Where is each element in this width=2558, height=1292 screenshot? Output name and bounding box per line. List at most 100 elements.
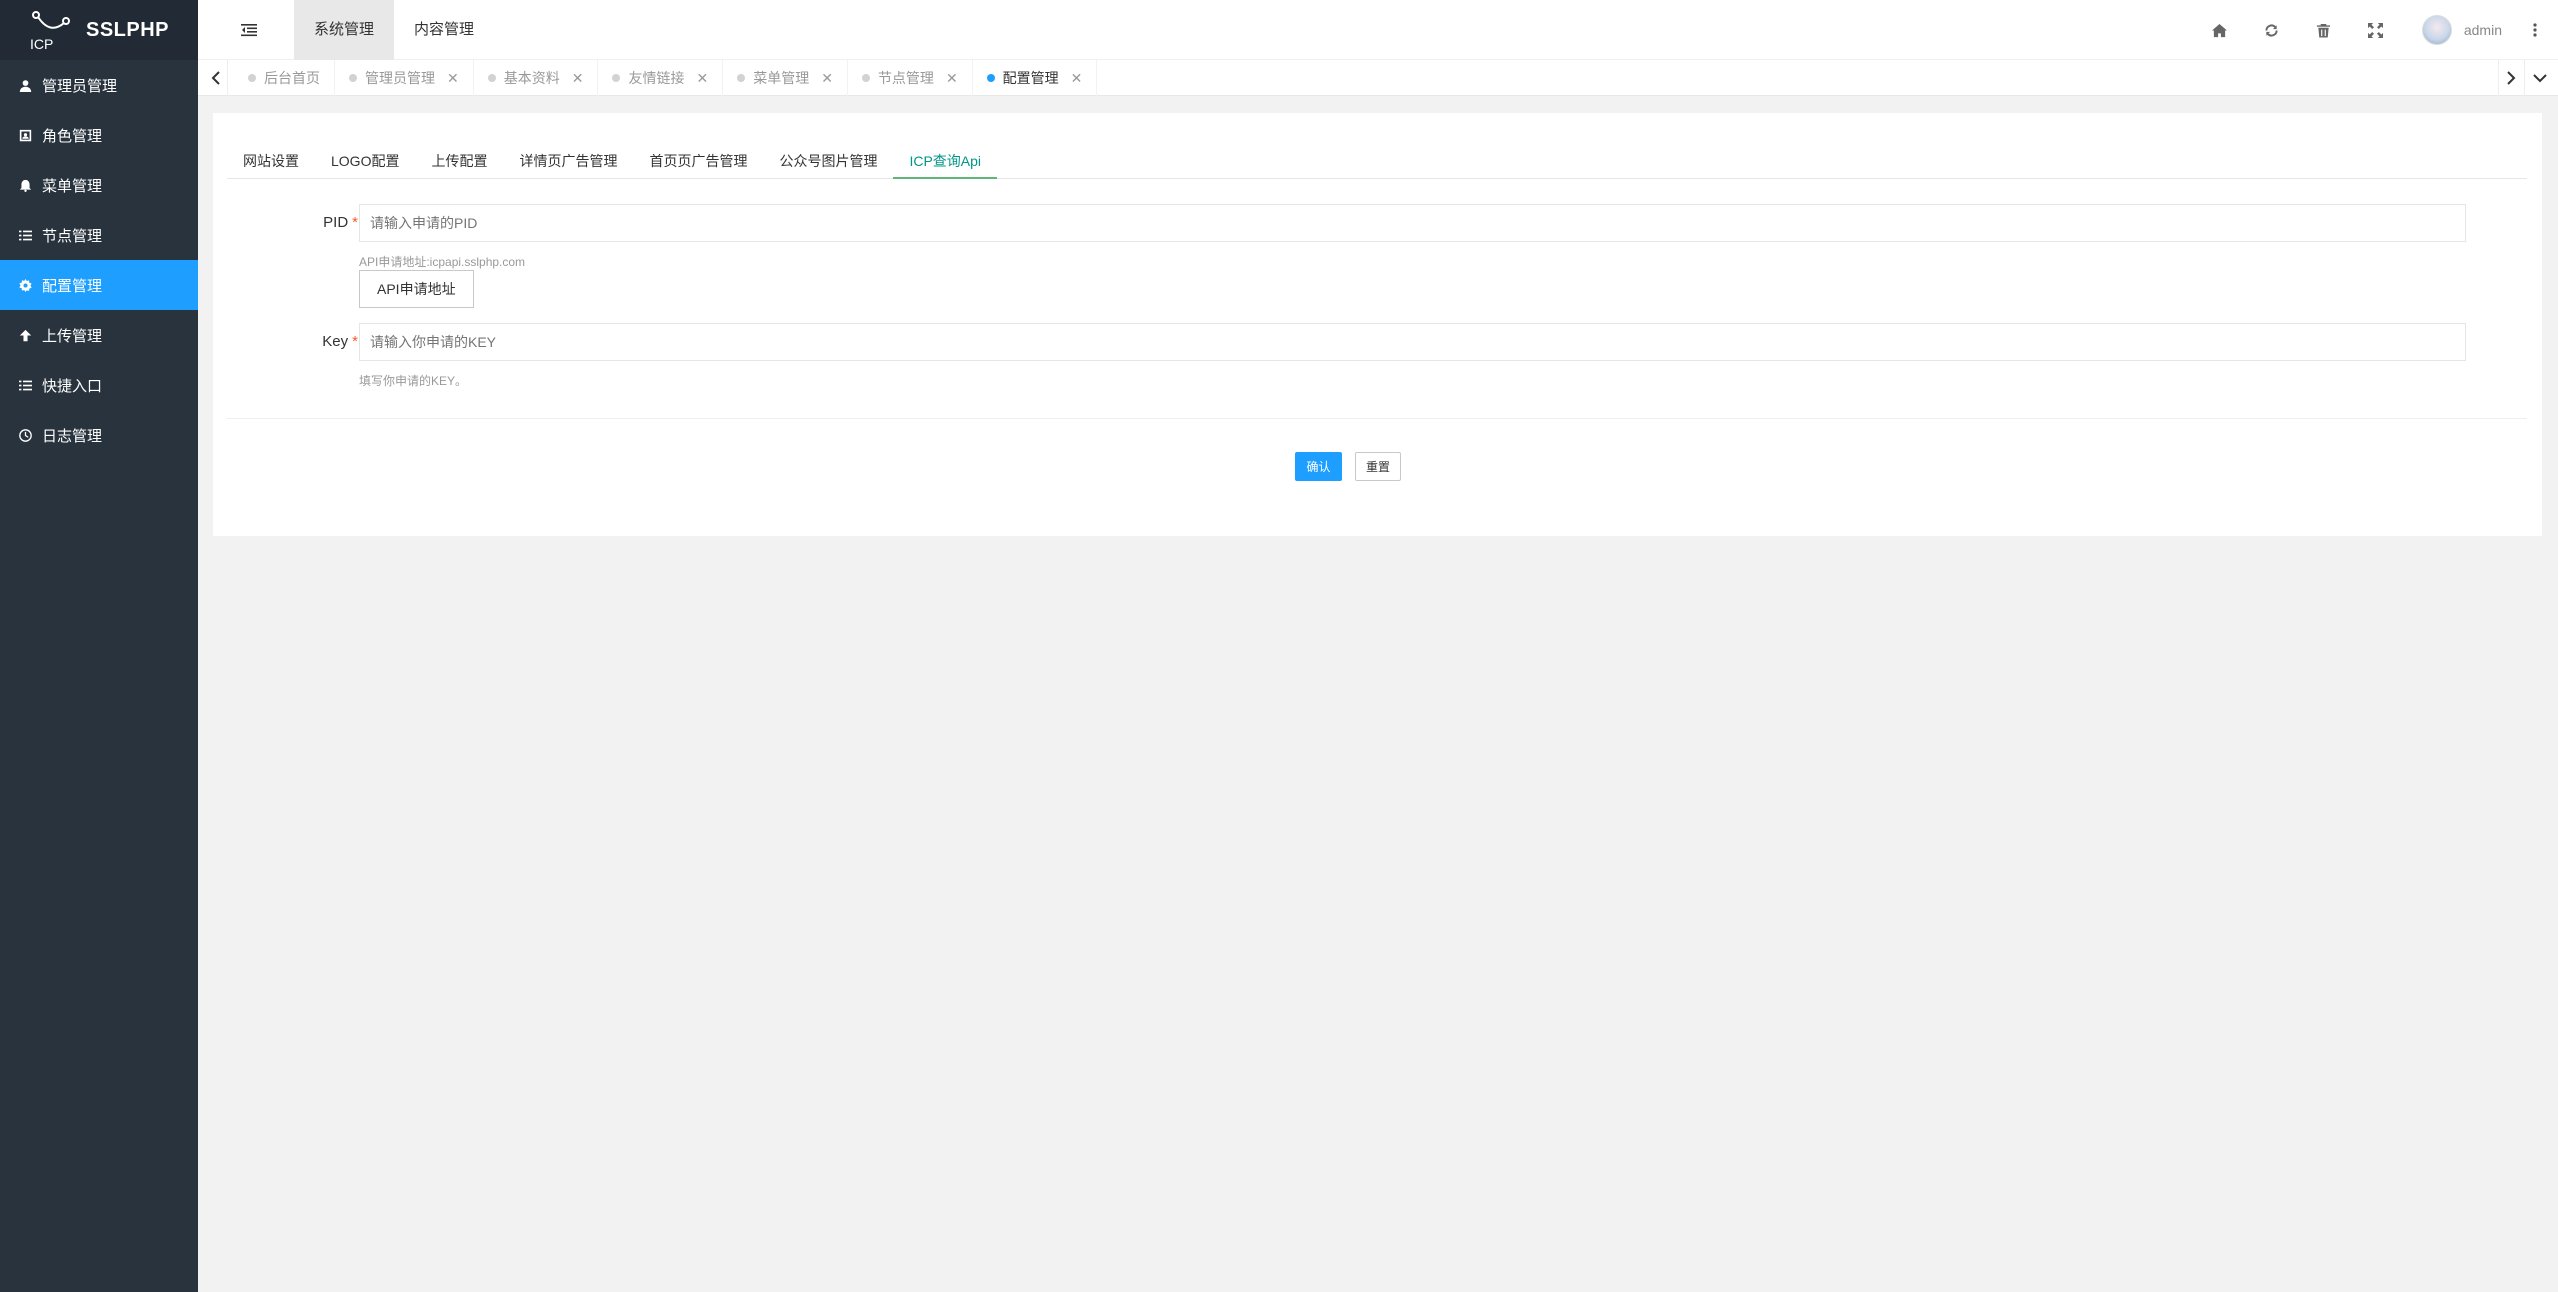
fullscreen-button[interactable] bbox=[2350, 0, 2402, 60]
key-input[interactable] bbox=[359, 323, 2466, 361]
tab-node[interactable]: 节点管理 ✕ bbox=[848, 60, 973, 96]
pid-input[interactable] bbox=[359, 204, 2466, 242]
tab-home[interactable]: 后台首页 bbox=[234, 60, 335, 96]
more-button[interactable] bbox=[2520, 0, 2550, 60]
tab-dot bbox=[986, 74, 995, 82]
header-actions: admin bbox=[2194, 0, 2558, 60]
tab-upload-config[interactable]: 上传配置 bbox=[415, 143, 503, 179]
clear-cache-button[interactable] bbox=[2298, 0, 2350, 60]
sidebar-item-node[interactable]: 节点管理 bbox=[0, 210, 198, 260]
top-nav-item-system[interactable]: 系统管理 bbox=[294, 0, 395, 60]
tab-dot bbox=[349, 74, 357, 82]
pid-label: PID * bbox=[323, 214, 358, 231]
trash-icon bbox=[2317, 23, 2331, 38]
close-icon[interactable]: ✕ bbox=[946, 70, 958, 87]
config-card: 网站设置 LOGO配置 上传配置 详情页广告管理 首页页广告管理 公众号图片管理… bbox=[213, 113, 2542, 536]
user-icon bbox=[18, 78, 32, 92]
tab-label: 后台首页 bbox=[264, 70, 320, 86]
more-vertical-icon bbox=[2533, 23, 2537, 37]
refresh-button[interactable] bbox=[2246, 0, 2298, 60]
config-tabs: 网站设置 LOGO配置 上传配置 详情页广告管理 首页页广告管理 公众号图片管理… bbox=[227, 143, 2527, 179]
svg-text:ICP: ICP bbox=[30, 36, 53, 51]
tab-logo-config[interactable]: LOGO配置 bbox=[315, 143, 415, 179]
sidebar-item-label: 管理员管理 bbox=[42, 77, 118, 95]
sidebar-item-menu[interactable]: 菜单管理 bbox=[0, 160, 198, 210]
key-help: 填写你申请的KEY。 bbox=[359, 374, 468, 388]
tab-dot bbox=[861, 74, 870, 82]
close-icon[interactable]: ✕ bbox=[447, 70, 459, 87]
required-mark: * bbox=[352, 333, 358, 350]
tab-label: 管理员管理 bbox=[365, 70, 435, 86]
confirm-button[interactable]: 确认 bbox=[1295, 452, 1342, 481]
close-icon[interactable]: ✕ bbox=[1071, 70, 1083, 87]
tab-wechat-images[interactable]: 公众号图片管理 bbox=[763, 143, 893, 179]
sidebar-item-upload[interactable]: 上传管理 bbox=[0, 310, 198, 360]
sidebar-item-label: 快捷入口 bbox=[42, 377, 103, 395]
key-label: Key * bbox=[322, 333, 358, 350]
pid-help: API申请地址:icpapi.sslphp.com bbox=[359, 255, 526, 269]
top-nav-item-content[interactable]: 内容管理 bbox=[394, 0, 494, 60]
tab-home-ads[interactable]: 首页页广告管理 bbox=[633, 143, 763, 179]
logo[interactable]: ICP SSLPHP bbox=[0, 0, 198, 60]
list-icon bbox=[18, 228, 32, 242]
close-icon[interactable]: ✕ bbox=[572, 70, 584, 87]
reset-button[interactable]: 重置 bbox=[1355, 452, 1401, 481]
sidebar-toggle-button[interactable] bbox=[238, 19, 260, 41]
api-apply-button[interactable]: API申请地址 bbox=[359, 270, 474, 308]
user-menu[interactable]: admin bbox=[2402, 0, 2520, 60]
sidebar-menu: 管理员管理 角色管理 菜单管理 节点管理 配置管理 上传管理 快捷入口 日志管理 bbox=[0, 60, 198, 460]
tab-dot bbox=[612, 74, 621, 82]
sidebar-item-label: 日志管理 bbox=[42, 427, 103, 445]
avatar bbox=[2421, 15, 2452, 45]
tab-label: 基本资料 bbox=[503, 70, 560, 86]
tab-list: 后台首页 管理员管理 ✕ 基本资料 ✕ 友情链接 ✕ 菜单管理 ✕ 节点管理 ✕ bbox=[234, 60, 1098, 96]
sidebar-item-label: 菜单管理 bbox=[42, 177, 103, 195]
gear-icon bbox=[18, 278, 32, 292]
tabs-scroll-left-button[interactable] bbox=[204, 60, 228, 96]
logo-text: SSLPHP bbox=[86, 18, 170, 41]
sidebar-item-label: 配置管理 bbox=[42, 277, 103, 295]
username: admin bbox=[2463, 22, 2502, 38]
tab-config[interactable]: 配置管理 ✕ bbox=[973, 60, 1098, 96]
tab-label: 节点管理 bbox=[877, 70, 934, 86]
refresh-icon bbox=[2265, 23, 2278, 37]
indent-icon bbox=[241, 24, 257, 37]
tab-menu[interactable]: 菜单管理 ✕ bbox=[723, 60, 848, 96]
arrow-up-icon bbox=[18, 328, 32, 342]
home-button[interactable] bbox=[2194, 0, 2246, 60]
sidebar-item-role[interactable]: 角色管理 bbox=[0, 110, 198, 160]
sidebar-item-config[interactable]: 配置管理 bbox=[0, 260, 198, 310]
chevron-left-icon bbox=[211, 71, 220, 85]
chevron-right-icon bbox=[2506, 71, 2515, 85]
tab-label: 菜单管理 bbox=[753, 70, 810, 86]
tab-detail-ads[interactable]: 详情页广告管理 bbox=[503, 143, 633, 179]
tab-label: 友情链接 bbox=[628, 70, 685, 86]
tab-dot bbox=[487, 74, 496, 82]
page-tabs: 后台首页 管理员管理 ✕ 基本资料 ✕ 友情链接 ✕ 菜单管理 ✕ 节点管理 ✕ bbox=[198, 60, 2558, 96]
tab-admin[interactable]: 管理员管理 ✕ bbox=[335, 60, 474, 96]
chevron-down-icon bbox=[2532, 74, 2547, 83]
tab-icp-api[interactable]: ICP查询Api bbox=[893, 143, 998, 179]
tab-label: 配置管理 bbox=[1002, 70, 1059, 86]
close-icon[interactable]: ✕ bbox=[696, 70, 708, 87]
tab-site-settings[interactable]: 网站设置 bbox=[227, 143, 315, 179]
sidebar-item-admin[interactable]: 管理员管理 bbox=[0, 60, 198, 110]
tabs-scroll-right-button[interactable] bbox=[2498, 60, 2522, 96]
sidebar-item-log[interactable]: 日志管理 bbox=[0, 410, 198, 460]
sidebar-item-label: 上传管理 bbox=[42, 327, 103, 345]
fullscreen-icon bbox=[2368, 22, 2384, 38]
sidebar-item-label: 节点管理 bbox=[42, 227, 103, 245]
tab-dot bbox=[737, 74, 746, 82]
tab-dot bbox=[248, 74, 256, 82]
sidebar-item-shortcut[interactable]: 快捷入口 bbox=[0, 360, 198, 410]
id-card-icon bbox=[18, 128, 32, 142]
close-icon[interactable]: ✕ bbox=[821, 70, 833, 87]
clock-icon bbox=[18, 428, 32, 442]
tabs-menu-button[interactable] bbox=[2524, 60, 2554, 96]
required-mark: * bbox=[352, 214, 358, 231]
tab-links[interactable]: 友情链接 ✕ bbox=[598, 60, 724, 96]
divider bbox=[227, 418, 2527, 419]
logo-icon: ICP bbox=[30, 9, 72, 52]
tab-profile[interactable]: 基本资料 ✕ bbox=[474, 60, 599, 96]
top-nav: 系统管理 内容管理 bbox=[294, 0, 494, 60]
